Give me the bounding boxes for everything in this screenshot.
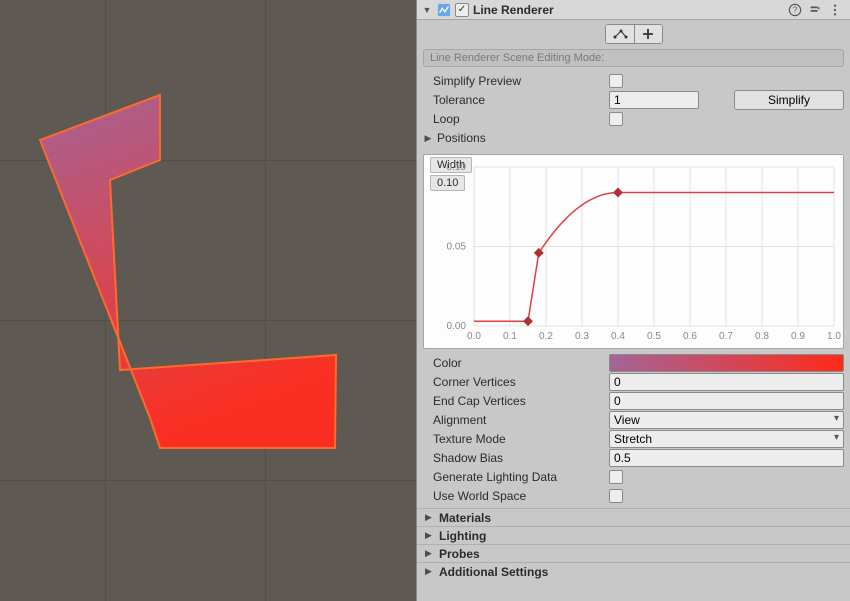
scene-editing-hint: Line Renderer Scene Editing Mode:	[423, 49, 844, 67]
materials-foldout[interactable]: ▶Materials	[417, 508, 850, 526]
loop-label: Loop	[423, 112, 603, 126]
end-cap-vertices-label: End Cap Vertices	[423, 394, 603, 408]
svg-text:0.6: 0.6	[683, 331, 697, 342]
svg-text:0.05: 0.05	[447, 242, 467, 253]
texture-mode-row: Texture Mode Stretch	[423, 430, 844, 448]
svg-text:0.5: 0.5	[647, 331, 661, 342]
generate-lighting-label: Generate Lighting Data	[423, 470, 603, 484]
simplify-preview-row: Simplify Preview	[423, 72, 844, 90]
svg-text:0.4: 0.4	[611, 331, 625, 342]
tolerance-row: Tolerance Simplify	[423, 91, 844, 109]
probes-foldout[interactable]: ▶Probes	[417, 544, 850, 562]
corner-vertices-input[interactable]	[609, 373, 844, 391]
component-header: ▼ ✓ Line Renderer ?	[417, 0, 850, 20]
texture-mode-label: Texture Mode	[423, 432, 603, 446]
positions-label: Positions	[437, 131, 486, 145]
chevron-right-icon: ▶	[425, 566, 435, 577]
generate-lighting-checkbox[interactable]	[609, 470, 623, 484]
use-world-space-checkbox[interactable]	[609, 489, 623, 503]
end-cap-vertices-row: End Cap Vertices	[423, 392, 844, 410]
shadow-bias-label: Shadow Bias	[423, 451, 603, 465]
positions-foldout[interactable]: ▶ Positions	[423, 129, 844, 147]
svg-text:0.7: 0.7	[719, 331, 733, 342]
svg-text:0.3: 0.3	[575, 331, 589, 342]
use-world-space-label: Use World Space	[423, 489, 603, 503]
line-renderer-icon	[437, 3, 451, 17]
component-enabled-checkbox[interactable]: ✓	[455, 3, 469, 17]
color-gradient-field[interactable]	[609, 354, 844, 372]
simplify-preview-checkbox[interactable]	[609, 74, 623, 88]
svg-text:0.1: 0.1	[503, 331, 517, 342]
shadow-bias-row: Shadow Bias	[423, 449, 844, 467]
use-world-space-row: Use World Space	[423, 487, 844, 505]
svg-text:?: ?	[793, 5, 798, 14]
loop-row: Loop	[423, 110, 844, 128]
preset-icon[interactable]	[808, 3, 822, 17]
add-point-button[interactable]	[634, 25, 662, 43]
shadow-bias-input[interactable]	[609, 449, 844, 467]
chevron-right-icon: ▶	[425, 548, 435, 559]
scene-view[interactable]	[0, 0, 416, 601]
tolerance-label: Tolerance	[423, 93, 603, 107]
simplify-preview-label: Simplify Preview	[423, 74, 603, 88]
texture-mode-dropdown[interactable]: Stretch	[609, 430, 844, 448]
generate-lighting-row: Generate Lighting Data	[423, 468, 844, 486]
line-renderer-shape	[0, 0, 416, 601]
simplify-button[interactable]: Simplify	[734, 90, 844, 110]
chevron-right-icon: ▶	[423, 133, 433, 144]
chevron-right-icon: ▶	[425, 512, 435, 523]
svg-text:0.10: 0.10	[447, 162, 467, 173]
svg-text:0.2: 0.2	[539, 331, 553, 342]
edit-points-button[interactable]	[606, 25, 634, 43]
corner-vertices-row: Corner Vertices	[423, 373, 844, 391]
svg-text:0.9: 0.9	[791, 331, 805, 342]
loop-checkbox[interactable]	[609, 112, 623, 126]
help-icon[interactable]: ?	[788, 3, 802, 17]
svg-text:0.0: 0.0	[467, 331, 481, 342]
end-cap-vertices-input[interactable]	[609, 392, 844, 410]
alignment-row: Alignment View	[423, 411, 844, 429]
additional-settings-foldout[interactable]: ▶Additional Settings	[417, 562, 850, 580]
scene-editing-toolbar	[423, 24, 844, 44]
alignment-label: Alignment	[423, 413, 603, 427]
corner-vertices-label: Corner Vertices	[423, 375, 603, 389]
svg-text:0.00: 0.00	[447, 321, 467, 332]
svg-text:0.8: 0.8	[755, 331, 769, 342]
chevron-right-icon: ▶	[425, 530, 435, 541]
component-title: Line Renderer	[473, 3, 784, 17]
kebab-menu-icon[interactable]	[828, 3, 842, 17]
color-row: Color	[423, 354, 844, 372]
lighting-foldout[interactable]: ▶Lighting	[417, 526, 850, 544]
tolerance-input[interactable]	[609, 91, 699, 109]
width-curve-editor[interactable]: Width 0.10 0.000.050.100.00.10.20.30.40.…	[423, 154, 844, 349]
alignment-dropdown[interactable]: View	[609, 411, 844, 429]
color-label: Color	[423, 356, 603, 370]
svg-text:1.0: 1.0	[827, 331, 841, 342]
inspector-panel: ▼ ✓ Line Renderer ? Line Renderer Scene …	[416, 0, 850, 601]
component-foldout-toggle[interactable]: ▼	[421, 5, 433, 15]
